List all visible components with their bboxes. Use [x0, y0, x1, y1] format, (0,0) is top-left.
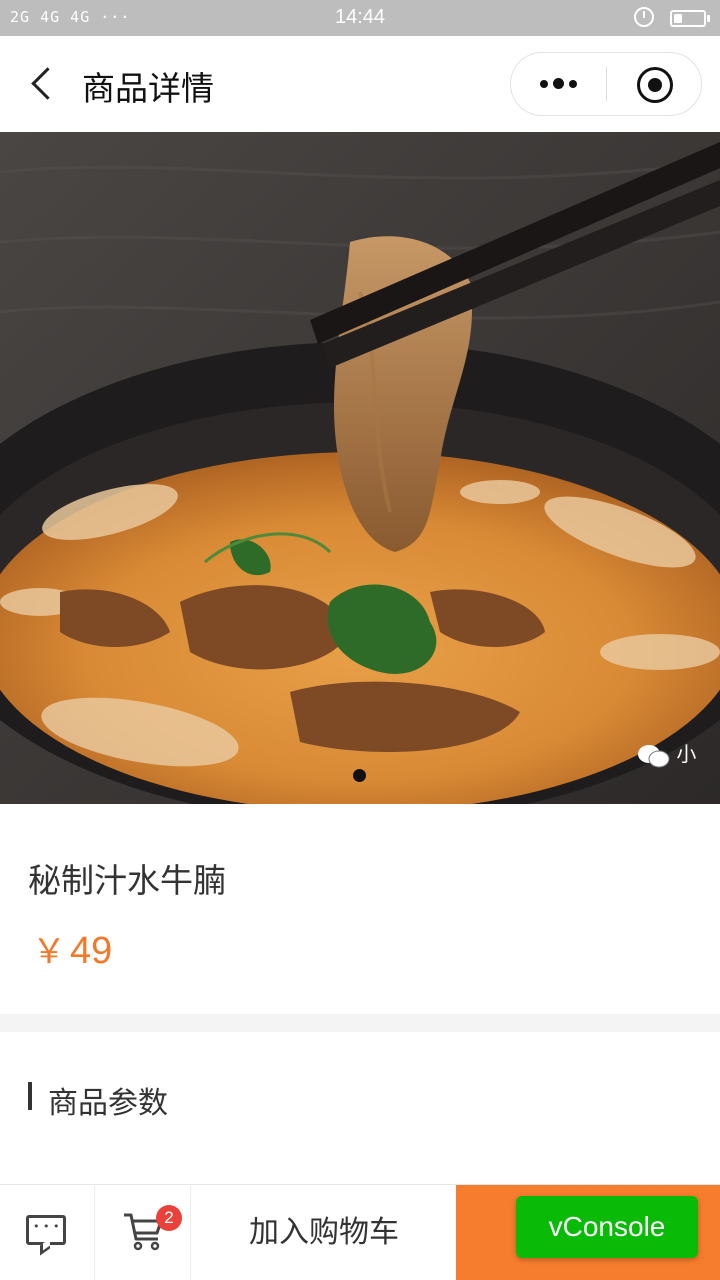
more-dots-icon [540, 80, 548, 88]
wechat-icon [638, 744, 670, 767]
cart-button[interactable]: 2 [96, 1185, 191, 1280]
carousel-dot-active[interactable] [353, 769, 366, 782]
section-marker [28, 1082, 32, 1110]
more-dot-right [569, 80, 577, 88]
alarm-icon [634, 7, 654, 27]
price-value: 49 [70, 930, 113, 972]
product-price: ￥ 49 [32, 924, 112, 973]
watermark-text: 小 [676, 742, 697, 766]
product-detail-page: 2G 4G 4G ··· 14:44 商品详情 小 秘制汁水牛腩 ￥ 49 商品… [0, 0, 720, 1280]
add-to-cart-button[interactable]: 加入购物车 [192, 1185, 456, 1280]
capsule-divider [606, 67, 607, 101]
product-name: 秘制汁水牛腩 [28, 861, 226, 900]
customer-service-button[interactable] [0, 1185, 95, 1280]
battery-icon [670, 10, 710, 27]
close-button[interactable] [637, 67, 673, 103]
more-button[interactable] [511, 53, 605, 115]
more-dot-center [553, 78, 564, 89]
status-time: 14:44 [334, 6, 386, 28]
watermark: 小 [636, 738, 696, 769]
page-title: 商品详情 [82, 69, 214, 108]
mini-program-capsule [510, 52, 702, 116]
status-bar: 2G 4G 4G ··· 14:44 [0, 0, 720, 36]
vconsole-button[interactable]: vConsole [516, 1196, 698, 1258]
cart-count-badge: 2 [156, 1205, 182, 1231]
params-heading: 商品参数 [48, 1086, 168, 1121]
product-photo [0, 132, 720, 804]
currency-symbol: ￥ [32, 933, 66, 971]
back-button[interactable] [26, 66, 62, 102]
product-image-carousel[interactable]: 小 [0, 132, 720, 804]
product-info: 秘制汁水牛腩 ￥ 49 [0, 804, 720, 1014]
nav-bar: 商品详情 [0, 36, 720, 132]
product-params-section: 商品参数 [0, 1032, 720, 1184]
